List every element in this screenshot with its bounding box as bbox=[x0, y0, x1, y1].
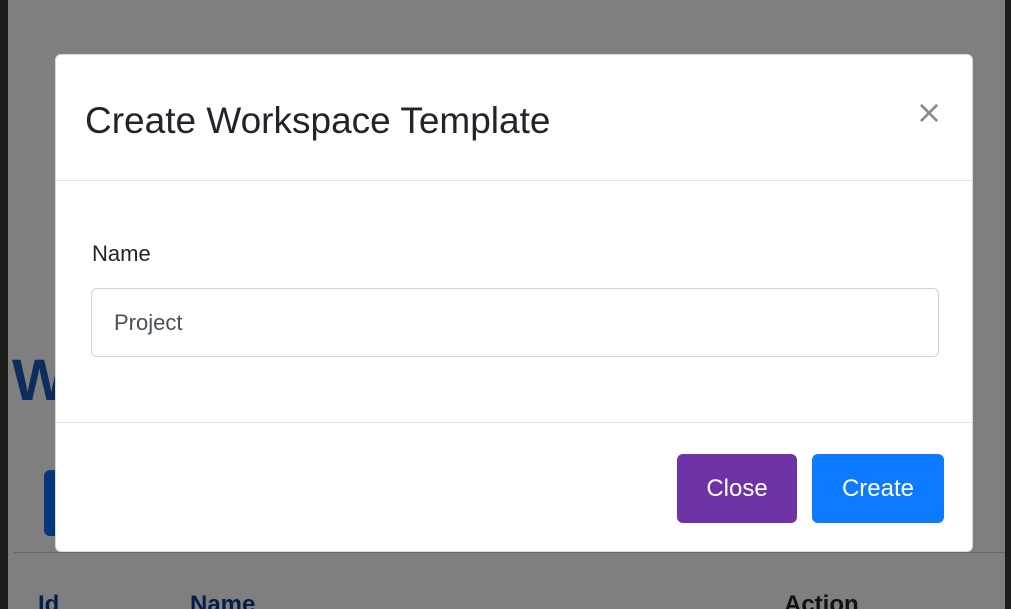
modal-body: Name bbox=[56, 181, 972, 422]
close-button[interactable]: Close bbox=[677, 454, 797, 523]
modal-title: Create Workspace Template bbox=[85, 100, 551, 141]
modal-footer: Close Create bbox=[56, 422, 972, 551]
modal-header: Create Workspace Template × bbox=[56, 55, 972, 181]
create-workspace-template-modal: Create Workspace Template × Name Close C… bbox=[55, 54, 973, 552]
name-input[interactable] bbox=[91, 288, 939, 357]
name-field-label: Name bbox=[92, 241, 151, 266]
create-button[interactable]: Create bbox=[812, 454, 944, 523]
close-icon[interactable]: × bbox=[914, 95, 944, 129]
